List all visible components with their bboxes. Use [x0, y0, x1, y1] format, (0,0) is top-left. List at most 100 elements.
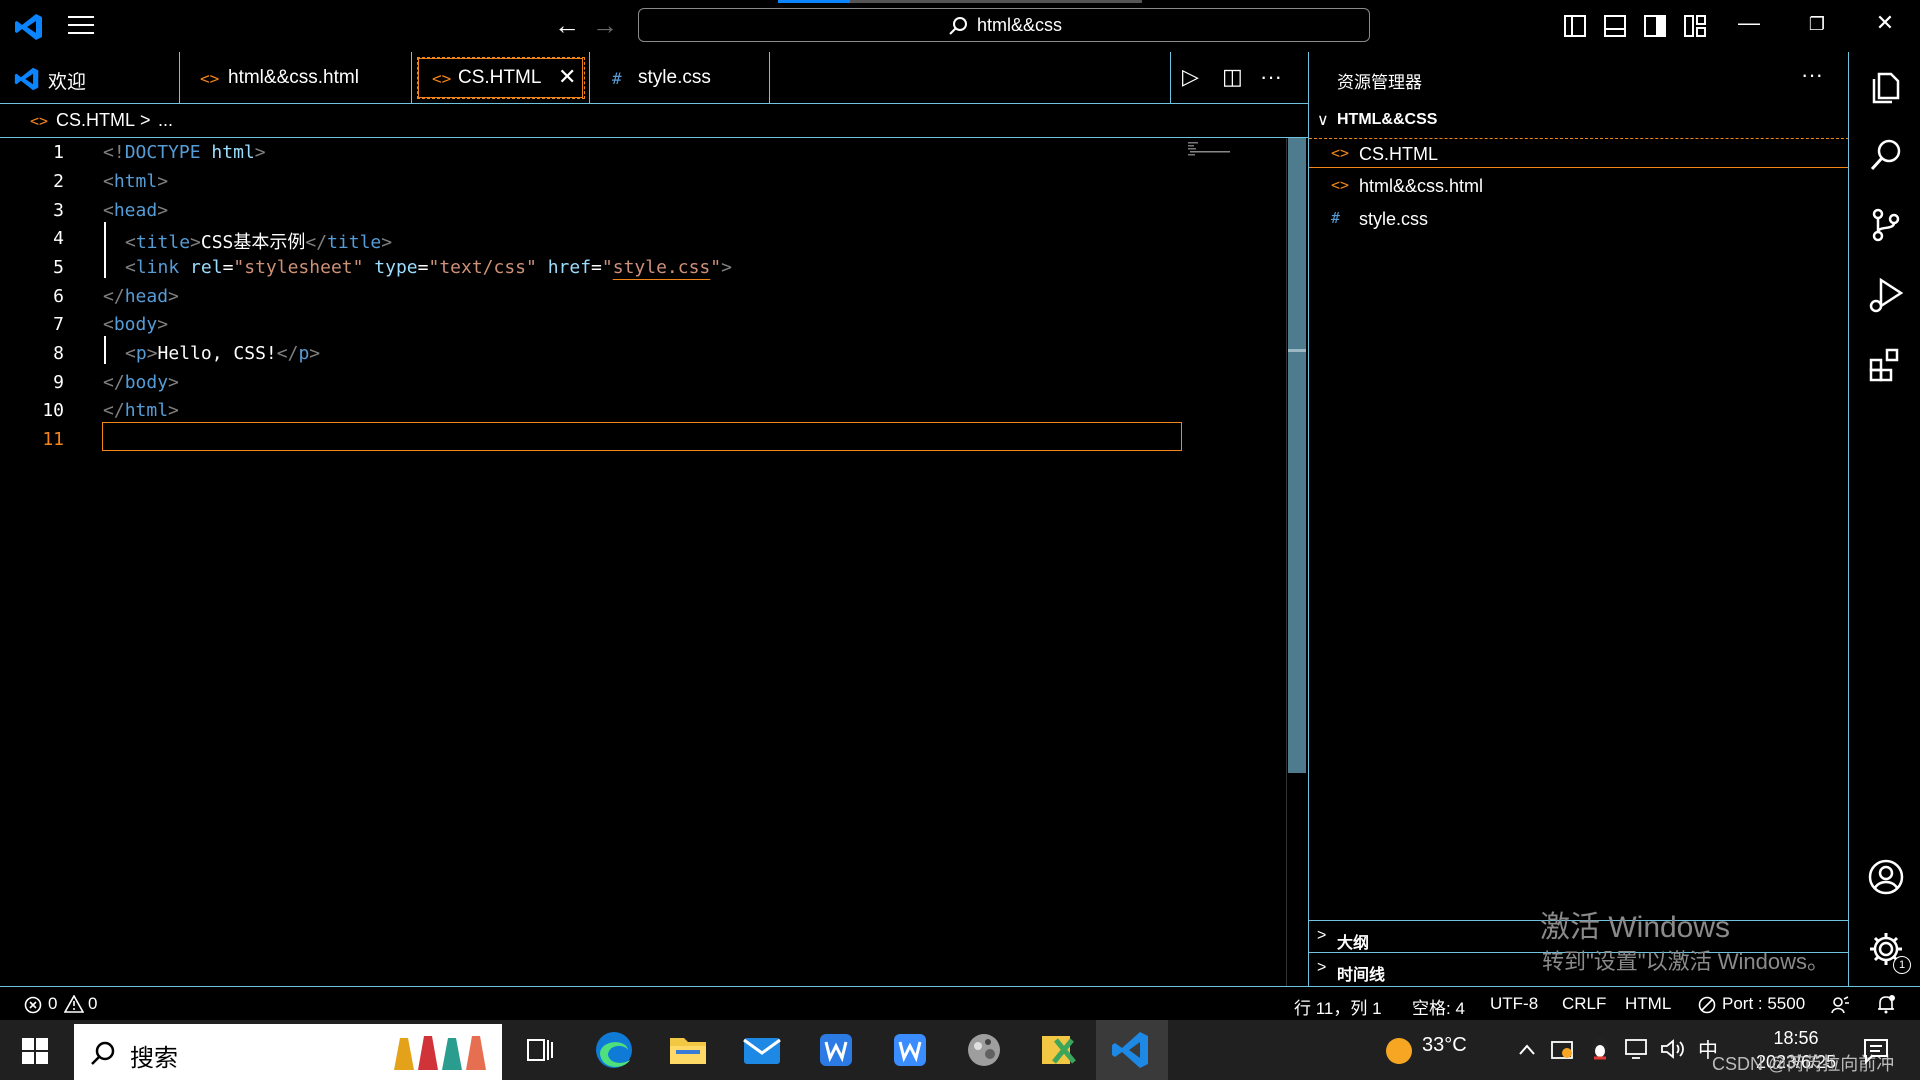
weather-sun-icon[interactable] [1384, 1036, 1414, 1066]
breadcrumb-separator: > [140, 110, 151, 130]
network-icon[interactable] [1624, 1038, 1650, 1060]
tools-app-icon[interactable] [1022, 1020, 1094, 1080]
customize-layout-icon[interactable] [1684, 15, 1706, 37]
vscode-taskbar-icon[interactable] [1096, 1020, 1168, 1080]
live-server-port[interactable]: Port : 5500 [1722, 994, 1805, 1014]
restore-button[interactable]: ❐ [1802, 14, 1832, 35]
qq-penguin-icon[interactable] [1588, 1036, 1612, 1062]
vscode-logo-icon[interactable] [14, 12, 44, 42]
port-broadcast-icon[interactable] [1698, 996, 1716, 1014]
warning-count[interactable]: 0 [88, 994, 97, 1014]
code-editor[interactable]: 1 2 3 4 5 6 7 8 9 10 11 <!DOCTYPE html> … [0, 138, 1308, 986]
breadcrumb-rest[interactable]: ... [158, 110, 173, 131]
toggle-primary-sidebar-icon[interactable] [1564, 15, 1586, 37]
more-actions-icon[interactable]: ··· [1260, 64, 1282, 92]
close-tab-icon[interactable]: ✕ [558, 64, 576, 90]
toggle-secondary-sidebar-icon[interactable] [1644, 15, 1666, 37]
minimize-button[interactable]: — [1734, 10, 1764, 36]
action-center-icon[interactable] [1862, 1036, 1890, 1064]
minimap[interactable] [1188, 142, 1248, 156]
line-number: 1 [53, 142, 64, 163]
error-icon[interactable] [24, 996, 42, 1014]
editor-tab-bar: 欢迎 <> html&&css.html <> CS.HTML ✕ # styl… [0, 52, 1308, 104]
language-mode[interactable]: HTML [1625, 994, 1671, 1014]
file-item-html-css-html[interactable]: <> html&&css.html [1309, 171, 1849, 201]
hamburger-menu-icon[interactable] [68, 16, 94, 36]
mail-icon[interactable] [726, 1020, 798, 1080]
tab-label: CS.HTML [458, 67, 542, 88]
breadcrumb: <> CS.HTML > ... [0, 104, 1308, 138]
volume-icon[interactable] [1660, 1038, 1686, 1060]
wps-office-icon[interactable] [874, 1020, 946, 1080]
windows-taskbar: 搜索 33°C 中 18:56 2023/6/25 CSDN @芮芮拉向前冲 [0, 1020, 1920, 1080]
sync-status-icon[interactable] [1550, 1038, 1574, 1060]
tab-welcome[interactable]: 欢迎 [0, 52, 180, 104]
line-number: 4 [53, 228, 64, 249]
file-item-cs-html[interactable]: <> CS.HTML [1309, 138, 1849, 168]
run-icon[interactable]: ▷ [1182, 64, 1199, 92]
folder-name: HTML&&CSS [1337, 111, 1438, 128]
tab-style-css[interactable]: # style.css [590, 52, 770, 104]
indentation-setting[interactable]: 空格: 4 [1412, 994, 1465, 1019]
scrollbar-cursor-marker [1288, 349, 1306, 352]
encoding[interactable]: UTF-8 [1490, 994, 1538, 1014]
toggle-panel-icon[interactable] [1604, 15, 1626, 37]
css-file-icon: # [1331, 209, 1341, 227]
notifications-bell-icon[interactable] [1876, 994, 1896, 1014]
chevron-up-icon[interactable] [1518, 1042, 1536, 1056]
explorer-title: 资源管理器 [1337, 73, 1422, 92]
accounts-icon[interactable] [1867, 858, 1905, 896]
chevron-right-icon: > [1317, 959, 1327, 976]
line-number: 6 [53, 286, 64, 307]
html-file-icon: <> [200, 69, 220, 88]
cursor-position[interactable]: 行 11，列 1 [1294, 994, 1382, 1019]
search-icon[interactable] [1867, 136, 1905, 174]
tab-cs-html[interactable]: <> CS.HTML ✕ [412, 52, 590, 104]
split-editor-icon[interactable]: ◫ [1222, 64, 1243, 92]
source-control-icon[interactable] [1867, 206, 1905, 244]
file-name: style.css [1359, 209, 1429, 229]
search-highlight-illustration-icon [394, 1036, 486, 1070]
vertical-scrollbar-thumb[interactable] [1288, 138, 1306, 773]
warning-icon[interactable] [64, 995, 84, 1013]
breadcrumb-file[interactable]: CS.HTML [56, 110, 135, 131]
tab-label: style.css [638, 67, 711, 88]
chevron-down-icon: ∨ [1317, 112, 1329, 129]
extensions-icon[interactable] [1867, 346, 1905, 384]
command-center-search[interactable]: html&&css [638, 8, 1370, 42]
html-file-icon: <> [432, 69, 452, 88]
task-view-icon[interactable] [504, 1020, 576, 1080]
vscode-logo-icon [14, 67, 39, 91]
taskbar-search-placeholder: 搜索 [130, 1045, 178, 1072]
tab-html-css-html[interactable]: <> html&&css.html [180, 52, 412, 104]
media-player-icon[interactable] [948, 1020, 1020, 1080]
explorer-icon[interactable] [1867, 68, 1905, 106]
line-number: 10 [42, 400, 64, 421]
timeline-label: 时间线 [1337, 967, 1386, 984]
weather-temperature[interactable]: 33°C [1422, 1034, 1467, 1057]
tab-actions-divider [1170, 52, 1171, 104]
file-item-style-css[interactable]: # style.css [1309, 204, 1849, 234]
back-arrow-icon[interactable]: ← [554, 12, 580, 38]
forward-arrow-icon[interactable]: → [592, 12, 618, 38]
title-bar: ← → html&&css — ❐ ✕ [0, 0, 1920, 52]
wps-writer-icon[interactable] [800, 1020, 872, 1080]
folder-html-css[interactable]: ∨ HTML&&CSS [1309, 108, 1849, 134]
settings-update-badge: 1 [1893, 956, 1911, 974]
taskbar-search-box[interactable]: 搜索 [74, 1024, 502, 1080]
feedback-icon[interactable] [1830, 995, 1850, 1015]
indent-guide [104, 336, 106, 364]
line-ending[interactable]: CRLF [1562, 994, 1606, 1014]
edge-browser-icon[interactable] [578, 1020, 650, 1080]
code-line-7: <body> [103, 314, 169, 335]
stylesheet-link[interactable]: style.css [613, 257, 711, 278]
file-explorer-icon[interactable] [652, 1020, 724, 1080]
explorer-more-icon[interactable]: ··· [1801, 62, 1823, 88]
run-debug-icon[interactable] [1867, 276, 1905, 314]
search-text: html&&css [977, 15, 1063, 35]
close-window-button[interactable]: ✕ [1870, 10, 1900, 36]
line-number: 2 [53, 171, 64, 192]
error-count[interactable]: 0 [48, 994, 57, 1014]
line-number: 9 [53, 372, 64, 393]
windows-start-icon[interactable] [22, 1038, 48, 1064]
